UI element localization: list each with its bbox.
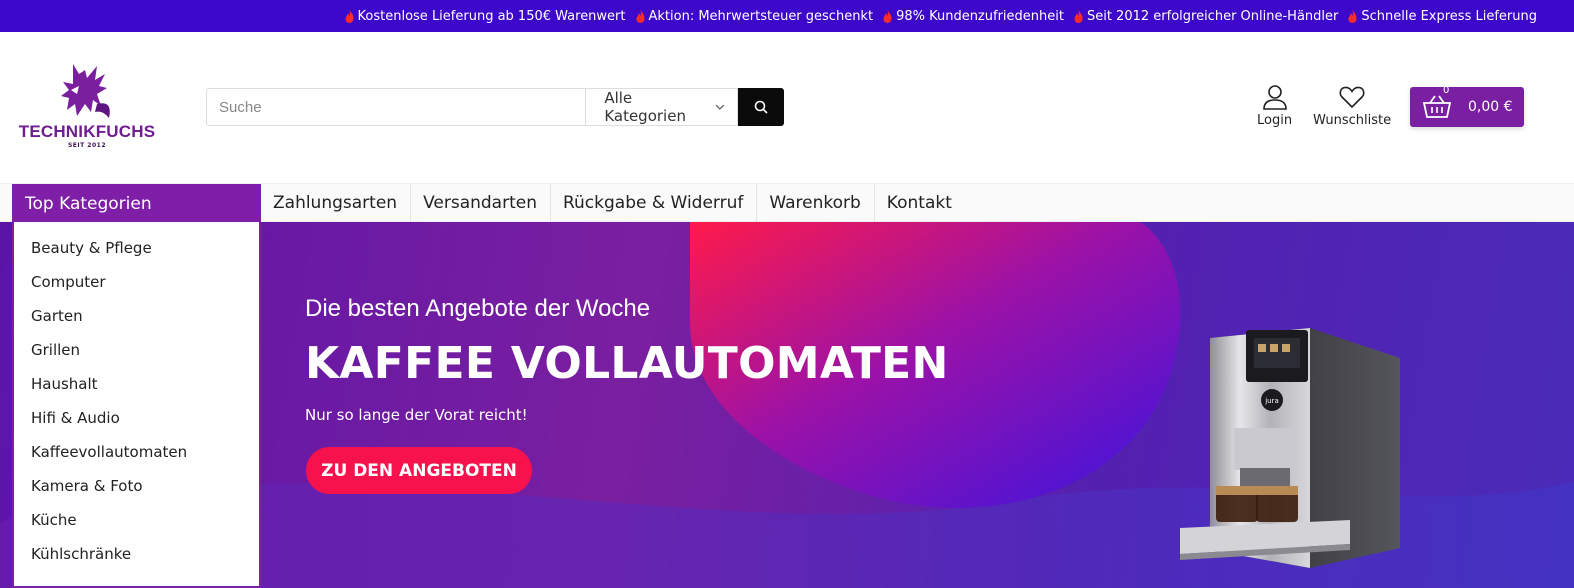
logo-tagline: SEIT 2012: [67, 142, 107, 149]
login-link[interactable]: Login: [1257, 84, 1292, 128]
category-item-computer[interactable]: Computer: [31, 273, 106, 291]
basket-icon: [1422, 95, 1452, 118]
user-icon: [1262, 85, 1287, 110]
announcement-text: Seit 2012 erfolgreicher Online-Händler: [1086, 8, 1339, 24]
hero-title: KAFFEE VOLLAUTOMATEN: [305, 338, 949, 389]
category-item-kaffeevollautomaten[interactable]: Kaffeevollautomaten: [31, 443, 187, 461]
category-select-value: Alle Kategorien: [604, 89, 686, 125]
main-nav: Top Kategorien Zahlungsarten Versandarte…: [0, 183, 1574, 223]
announcement-text: Aktion: Mehrwertsteuer geschenkt: [648, 8, 874, 24]
flame-icon: [1074, 9, 1083, 23]
nav-link-warenkorb[interactable]: Warenkorb: [757, 184, 875, 222]
wishlist-link[interactable]: Wunschliste: [1313, 84, 1391, 128]
site-header: TECHNIKFUCHS SEIT 2012 Alle Kategorien L…: [0, 32, 1574, 183]
announcement-item: Aktion: Mehrwertsteuer geschenkt: [636, 8, 874, 24]
announcement-item: Schnelle Express Lieferung: [1348, 9, 1537, 24]
category-item-kueche[interactable]: Küche: [31, 511, 77, 529]
wishlist-label: Wunschliste: [1313, 113, 1392, 128]
coffee-machine-image: jura: [1180, 328, 1400, 568]
nav-links: Zahlungsarten Versandarten Rückgabe & Wi…: [261, 184, 965, 222]
cart-total: 0,00 €: [1468, 99, 1513, 115]
announcement-text: Kostenlose Lieferung ab 150€ Warenwert: [357, 8, 626, 24]
hero-note: Nur so lange der Vorat reicht!: [305, 406, 528, 424]
flame-icon: [1348, 9, 1357, 23]
category-item-garten[interactable]: Garten: [31, 307, 83, 325]
nav-link-kontakt[interactable]: Kontakt: [875, 184, 965, 222]
announcement-item: Kostenlose Lieferung ab 150€ Warenwert: [345, 9, 626, 24]
logo-name: TECHNIKFUCHS: [18, 122, 156, 141]
login-label: Login: [1257, 113, 1293, 128]
category-item-beauty[interactable]: Beauty & Pflege: [31, 239, 152, 257]
announcement-text: 98% Kundenzufriedenheit: [896, 8, 1064, 24]
cart-button[interactable]: 0 0,00 €: [1410, 85, 1524, 127]
announcement-item: Seit 2012 erfolgreicher Online-Händler: [1074, 9, 1338, 24]
cart-count-badge: 0: [1443, 85, 1450, 96]
search-icon: [754, 100, 768, 114]
flame-icon: [883, 9, 892, 23]
nav-link-versandarten[interactable]: Versandarten: [411, 184, 551, 222]
flame-icon: [636, 9, 645, 23]
announcement-list: Kostenlose Lieferung ab 150€ Warenwert A…: [345, 0, 1537, 32]
announcement-bar: Kostenlose Lieferung ab 150€ Warenwert A…: [0, 0, 1574, 32]
announcement-text: Schnelle Express Lieferung: [1361, 8, 1537, 24]
top-categories-toggle[interactable]: Top Kategorien: [12, 184, 261, 223]
nav-link-zahlungsarten[interactable]: Zahlungsarten: [261, 184, 412, 222]
search-button[interactable]: [738, 88, 784, 126]
category-select[interactable]: Alle Kategorien: [585, 88, 739, 126]
category-item-grillen[interactable]: Grillen: [31, 341, 80, 359]
fox-logo-icon: [61, 64, 110, 118]
category-item-hifi-audio[interactable]: Hifi & Audio: [31, 409, 120, 427]
chevron-down-icon: [715, 104, 725, 110]
announcement-item: 98% Kundenzufriedenheit: [883, 9, 1064, 24]
category-menu: Beauty & Pflege Computer Garten Grillen …: [12, 222, 261, 588]
flame-icon: [345, 9, 354, 23]
logo[interactable]: TECHNIKFUCHS SEIT 2012: [13, 60, 161, 156]
hero-subtitle: Die besten Angebote der Woche: [305, 295, 651, 322]
search-input[interactable]: [206, 88, 586, 126]
heart-icon: [1339, 86, 1365, 109]
category-item-haushalt[interactable]: Haushalt: [31, 375, 98, 393]
deals-button[interactable]: ZU DEN ANGEBOTEN: [306, 447, 532, 494]
nav-link-rueckgabe[interactable]: Rückgabe & Widerruf: [551, 184, 758, 222]
brand-label: jura: [1264, 397, 1279, 405]
category-item-kamera-foto[interactable]: Kamera & Foto: [31, 477, 143, 495]
category-item-kuehlschraenke[interactable]: Kühlschränke: [31, 545, 131, 563]
search-bar: Alle Kategorien: [206, 88, 784, 126]
